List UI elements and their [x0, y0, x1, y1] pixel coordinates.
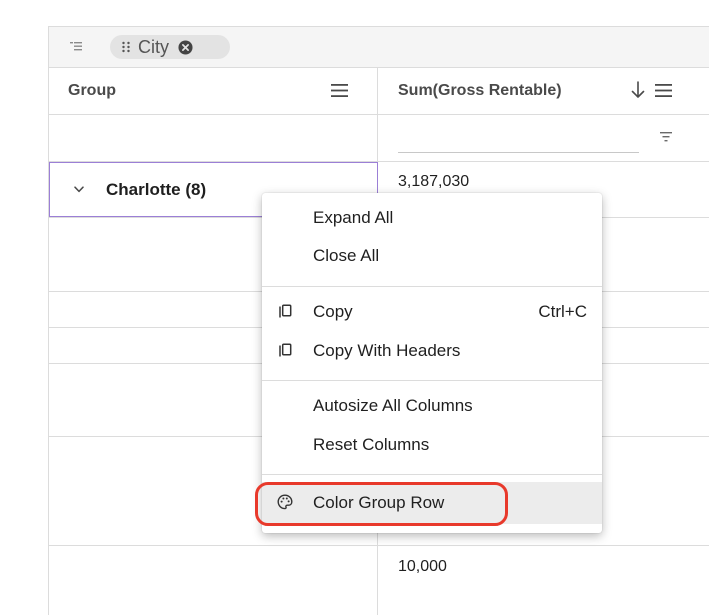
filter-icon[interactable]	[660, 132, 672, 142]
menu-item-label: Expand All	[313, 208, 394, 227]
copy-icon	[279, 304, 292, 318]
copy-icon	[279, 343, 292, 357]
menu-item-copy-with-headers[interactable]: Copy With Headers	[262, 332, 602, 370]
menu-separator	[262, 286, 602, 287]
menu-item-color-group-row[interactable]: Color Group Row	[262, 482, 602, 524]
context-menu: Expand All Close All Copy Ctrl+C Copy Wi…	[262, 193, 602, 533]
menu-item-reset-columns[interactable]: Reset Columns	[262, 426, 602, 464]
menu-item-copy[interactable]: Copy Ctrl+C	[262, 293, 602, 331]
drag-handle-icon[interactable]	[120, 40, 132, 54]
group-row-label: Charlotte (8)	[106, 180, 207, 199]
group-column-header[interactable]: Group	[68, 81, 116, 101]
menu-separator	[262, 380, 602, 381]
floating-filter-row	[49, 115, 709, 162]
sum-gross-rentable-column-header[interactable]: Sum(Gross Rentable)	[398, 81, 562, 101]
menu-item-label: Reset Columns	[313, 435, 430, 454]
menu-separator	[262, 474, 602, 475]
row-group-panel: City	[49, 27, 709, 68]
menu-item-autosize-all-columns[interactable]: Autosize All Columns	[262, 387, 602, 425]
sort-descending-icon[interactable]	[631, 80, 645, 100]
column-menu-icon[interactable]	[655, 84, 672, 97]
column-menu-icon[interactable]	[331, 84, 348, 97]
menu-item-label: Copy	[313, 302, 353, 321]
menu-item-label: Autosize All Columns	[313, 396, 473, 415]
group-by-panel-icon	[70, 42, 82, 51]
palette-icon	[277, 494, 293, 510]
filter-input[interactable]	[398, 152, 639, 153]
menu-item-shortcut: Ctrl+C	[538, 302, 587, 321]
sum-gross-rentable-cell[interactable]: 3,187,030	[398, 172, 469, 192]
group-chip-label: City	[138, 37, 169, 57]
sum-gross-rentable-cell[interactable]: 10,000	[398, 557, 447, 577]
menu-item-label: Color Group Row	[313, 493, 445, 512]
remove-chip-icon[interactable]	[178, 39, 193, 55]
menu-item-label: Copy With Headers	[313, 341, 461, 360]
menu-item-close-all[interactable]: Close All	[262, 237, 602, 275]
page: City Group Sum(Gross Rentable) Charlotte…	[0, 0, 709, 615]
menu-item-expand-all[interactable]: Expand All	[262, 199, 602, 237]
group-chip-city[interactable]: City	[110, 35, 230, 59]
chevron-down-icon[interactable]	[74, 186, 84, 193]
menu-item-label: Close All	[313, 246, 380, 265]
column-header-row: Group Sum(Gross Rentable)	[49, 68, 709, 115]
row-divider	[49, 545, 709, 546]
